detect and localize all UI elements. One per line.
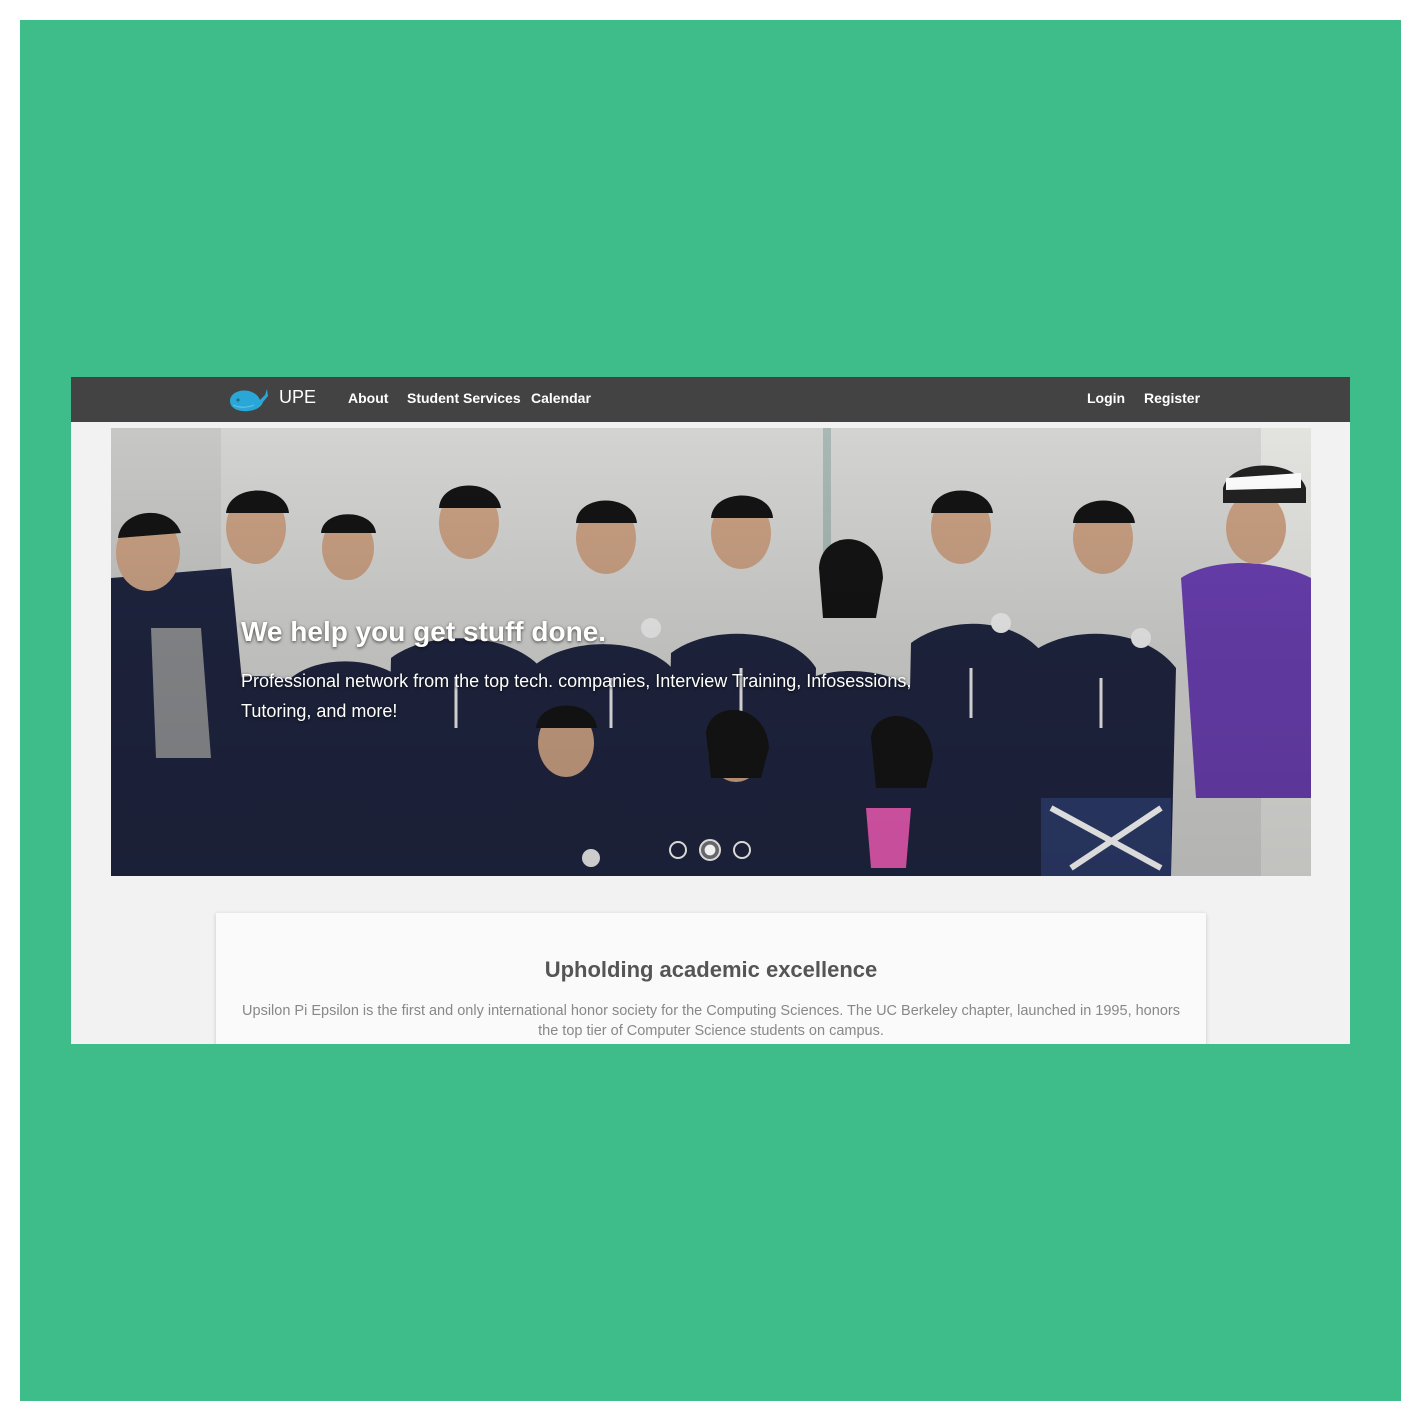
background-frame: UPE About Student Services Calendar Logi… (20, 20, 1401, 1401)
website-preview: UPE About Student Services Calendar Logi… (71, 377, 1350, 1044)
nav-link-about[interactable]: About (348, 390, 388, 406)
carousel-indicator-3[interactable] (733, 841, 751, 859)
whale-icon[interactable] (227, 385, 269, 413)
nav-link-student-services[interactable]: Student Services (407, 390, 521, 406)
intro-card: Upholding academic excellence Upsilon Pi… (216, 913, 1206, 1044)
hero-carousel: We help you get stuff done. Professional… (111, 428, 1311, 876)
carousel-indicators (669, 839, 759, 863)
intro-text: Upsilon Pi Epsilon is the first and only… (242, 1003, 1180, 1039)
navbar: UPE About Student Services Calendar Logi… (71, 377, 1350, 422)
carousel-indicator-1[interactable] (669, 841, 687, 859)
carousel-indicator-2-active[interactable] (699, 839, 721, 861)
intro-title: Upholding academic excellence (544, 957, 878, 982)
hero-subtext: Professional network from the top tech. … (241, 671, 912, 721)
hero-overlay (111, 428, 1311, 876)
hero-headline: We help you get stuff done. (241, 616, 607, 647)
nav-link-calendar[interactable]: Calendar (531, 390, 591, 406)
brand-link[interactable]: UPE (279, 387, 316, 408)
login-link[interactable]: Login (1087, 390, 1125, 406)
register-link[interactable]: Register (1144, 390, 1200, 406)
